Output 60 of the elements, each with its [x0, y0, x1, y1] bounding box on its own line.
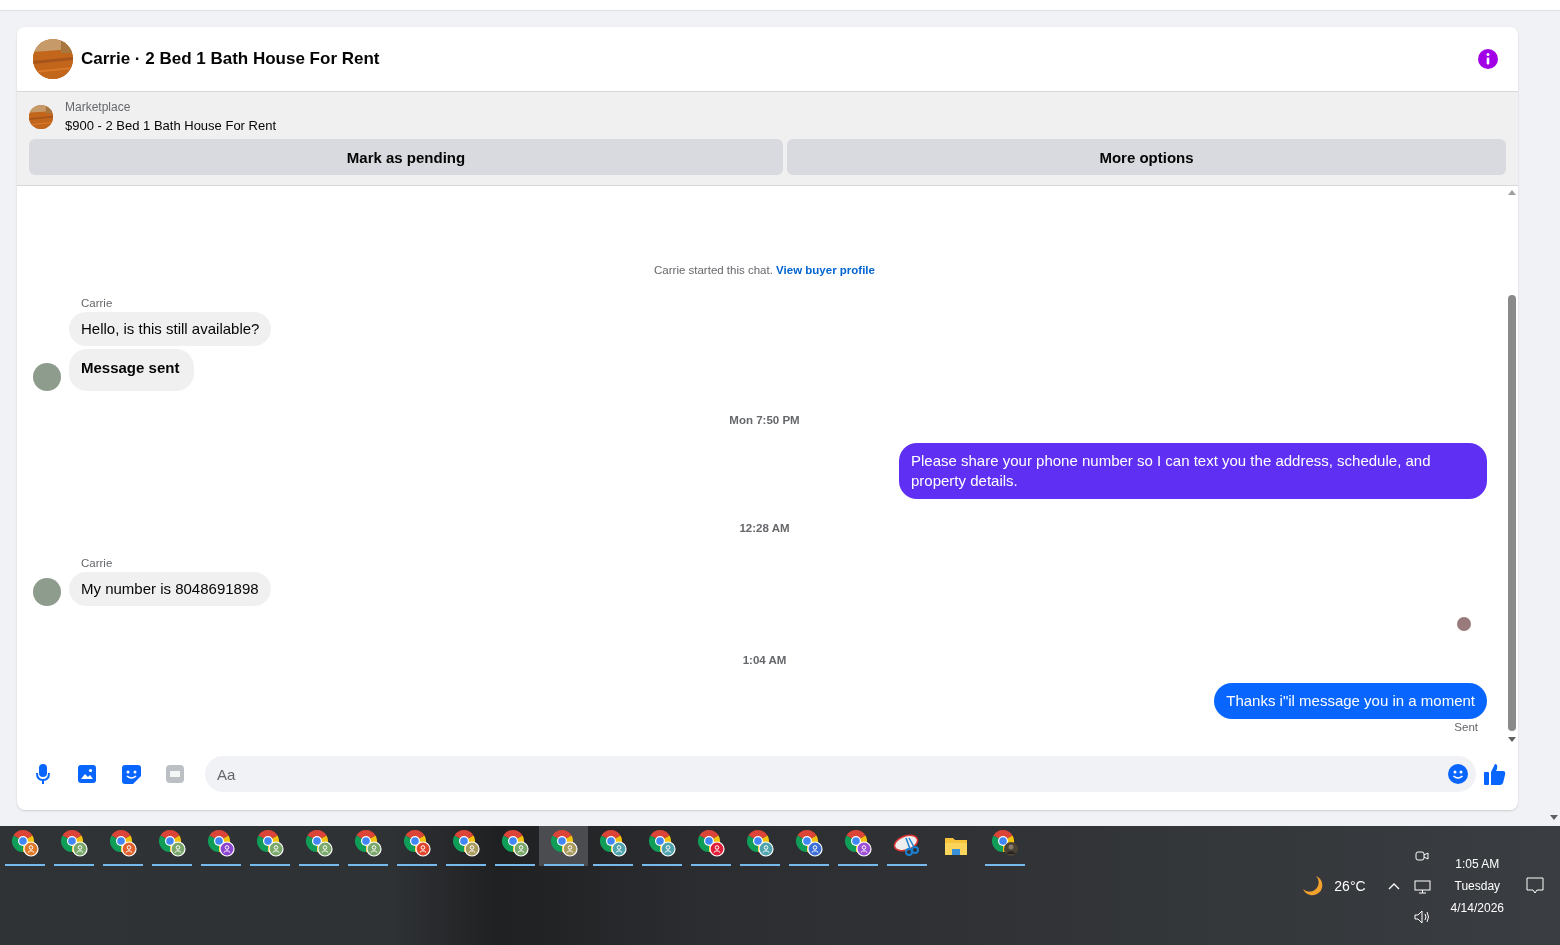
browser-icon — [549, 829, 578, 857]
scroll-down-icon[interactable] — [1550, 815, 1558, 820]
browser-icon — [157, 829, 186, 857]
browser-icon — [500, 829, 529, 857]
browser-icon — [647, 829, 676, 857]
emoji-icon[interactable] — [1448, 764, 1468, 784]
info-icon[interactable] — [1478, 49, 1498, 69]
browser-icon — [206, 829, 235, 857]
browser-icon — [353, 829, 382, 857]
speaker-icon[interactable] — [1413, 909, 1431, 924]
sender-name: Carrie — [81, 557, 113, 569]
browser-icon — [696, 829, 725, 857]
browser-icon — [990, 829, 1019, 857]
message-bubble: My number is 8048691898 — [69, 572, 271, 606]
weather-temperature[interactable]: 26°C — [1334, 877, 1366, 894]
sender-name: Carrie — [81, 297, 113, 309]
message-bubble: Please share your phone number so I can text you the address, schedule, and property details. — [899, 443, 1487, 499]
listing-action-button[interactable]: Mark as pending — [29, 139, 783, 175]
browser-icon — [59, 829, 88, 857]
browser-icon — [451, 829, 480, 857]
avatar — [33, 363, 61, 391]
chat-title: Carrie · 2 Bed 1 Bath House For Rent — [81, 49, 381, 69]
browser-icon — [108, 829, 137, 857]
message-bubble: Thanks i"il message you in a moment — [1214, 683, 1487, 719]
browser-icon — [10, 829, 39, 857]
listing-name: $900 - 2 Bed 1 Bath House For Rent — [65, 118, 276, 133]
buyer-profile-link[interactable]: View buyer profile — [776, 264, 875, 276]
taskbar-app[interactable] — [539, 826, 588, 866]
clock-time[interactable]: 1:05 AM — [1455, 856, 1500, 871]
browser-icon — [745, 829, 774, 857]
browser-icon — [304, 829, 333, 857]
timestamp: Mon 7:50 PM — [729, 414, 800, 426]
browser-icon — [843, 829, 872, 857]
scissors-icon — [892, 833, 921, 857]
message-bubble: Message sent — [69, 349, 195, 391]
browser-icon — [255, 829, 284, 857]
browser-icon — [598, 829, 627, 857]
clock-date[interactable]: 4/14/2026 — [1450, 900, 1504, 915]
browser-icon — [402, 829, 431, 857]
listing-label: Marketplace — [65, 100, 132, 114]
scrollbar-thumb[interactable] — [1508, 295, 1516, 731]
avatar — [33, 578, 61, 606]
moon-icon[interactable] — [1302, 874, 1325, 897]
message-input[interactable]: Aa — [205, 756, 1476, 792]
monitor-icon[interactable] — [1413, 879, 1431, 894]
seen-avatar — [1457, 617, 1471, 631]
notification-icon[interactable] — [1526, 877, 1544, 894]
listing-action-button[interactable]: More options — [787, 139, 1506, 175]
timestamp: 1:04 AM — [742, 654, 787, 666]
chat-notice: Carrie started this chat. View buyer profile — [654, 264, 875, 276]
browser-icon — [794, 829, 823, 857]
scroll-up-icon[interactable] — [1508, 190, 1516, 195]
thumbs-up-icon[interactable] — [1484, 763, 1506, 785]
chevron-up-icon[interactable] — [1387, 881, 1400, 890]
clock-day[interactable]: Tuesday — [1454, 878, 1501, 893]
message-status: Sent — [1454, 721, 1478, 733]
folder-icon — [943, 835, 968, 857]
message-bubble: Hello, is this still available? — [69, 312, 272, 346]
timestamp: 12:28 AM — [739, 522, 790, 534]
scroll-down-icon[interactable] — [1508, 737, 1516, 742]
